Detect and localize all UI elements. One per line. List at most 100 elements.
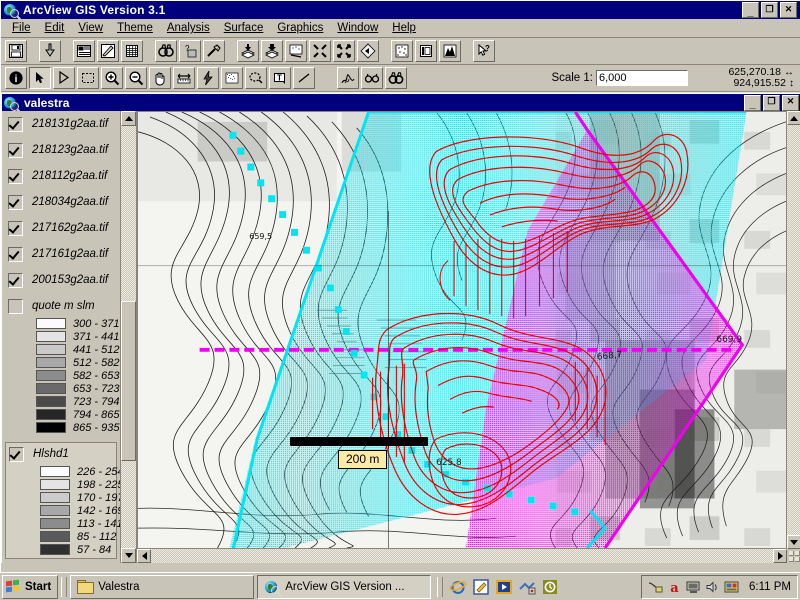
taskbar-item-valestra[interactable]: Valestra <box>70 574 255 599</box>
legend-label: 113 - 141 <box>77 517 120 530</box>
map-horizontal-scrollbar[interactable] <box>137 549 787 563</box>
display-monitor-icon[interactable] <box>686 579 701 594</box>
add-theme-button[interactable] <box>39 40 61 62</box>
menu-theme[interactable]: Theme <box>110 21 160 35</box>
internet-explorer-icon[interactable] <box>448 577 468 597</box>
layout-button[interactable] <box>415 40 437 62</box>
select-by-shape-tool[interactable] <box>245 67 267 89</box>
open-table-button[interactable] <box>121 40 143 62</box>
toc-layer-hlshd1[interactable]: Hlshd1 226 - 254 198 - 225 170 - 197 142… <box>5 442 120 559</box>
toc-layer-218131g2aa[interactable]: 218131g2aa.tif <box>2 111 120 137</box>
view-minimize-button[interactable]: _ <box>744 94 761 111</box>
hot-link-tool[interactable] <box>197 67 219 89</box>
vertex-edit-tool[interactable] <box>53 67 75 89</box>
maximize-button[interactable]: ❐ <box>761 2 778 18</box>
clock-app-icon[interactable] <box>540 577 560 597</box>
toc-layer-218123g2aa[interactable]: 218123g2aa.tif <box>2 137 120 163</box>
graphics-card-icon[interactable] <box>724 579 739 594</box>
menu-file[interactable]: File <box>5 21 38 35</box>
minimize-button[interactable]: _ <box>742 2 759 18</box>
select-area-tool[interactable] <box>77 67 99 89</box>
network-share-icon[interactable] <box>517 577 537 597</box>
pointer-tool[interactable] <box>29 67 51 89</box>
scroll-right-button[interactable] <box>773 549 787 563</box>
edit-legend-button[interactable] <box>97 40 119 62</box>
menu-view[interactable]: View <box>71 21 110 35</box>
toc-layer-218112g2aa[interactable]: 218112g2aa.tif <box>2 163 120 189</box>
layer-checkbox[interactable] <box>9 446 24 462</box>
theme-properties-button[interactable] <box>73 40 95 62</box>
select-feature-button[interactable] <box>391 40 413 62</box>
toc-vertical-scrollbar[interactable] <box>120 111 136 563</box>
menu-window[interactable]: Window <box>330 21 385 35</box>
connection-cable-icon[interactable] <box>648 579 663 594</box>
taskbar-item-arcview[interactable]: ArcView GIS Version ... <box>257 574 432 599</box>
zoom-previous-button[interactable] <box>357 40 379 62</box>
map-scroll-up-button[interactable] <box>787 111 800 125</box>
menu-surface[interactable]: Surface <box>217 21 271 35</box>
toc-layer-218034g2aa[interactable]: 218034g2aa.tif <box>2 189 120 215</box>
legend-class-row: 582 - 653 <box>2 369 120 382</box>
measure-tool[interactable] <box>173 67 195 89</box>
hlshd-layer-row[interactable]: Hlshd1 <box>6 443 116 465</box>
quote-layer-row[interactable]: quote m slm <box>2 295 120 317</box>
layer-checkbox[interactable] <box>8 220 23 236</box>
arrow-up-icon <box>790 115 798 121</box>
pan-tool[interactable] <box>149 67 171 89</box>
notepad-edit-icon[interactable] <box>471 577 491 597</box>
layer-checkbox[interactable] <box>8 194 23 210</box>
menu-edit[interactable]: Edit <box>38 21 72 35</box>
zoom-out-tool[interactable] <box>125 67 147 89</box>
locate-address-button[interactable]: ? <box>203 40 225 62</box>
layer-checkbox[interactable] <box>8 246 23 262</box>
line-of-sight-tool[interactable] <box>361 67 383 89</box>
media-player-icon[interactable] <box>494 577 514 597</box>
menu-analysis[interactable]: Analysis <box>160 21 217 35</box>
zoom-in-fixed-button[interactable] <box>309 40 331 62</box>
resize-grip[interactable] <box>787 549 800 563</box>
view-close-button[interactable]: ✕ <box>782 94 799 111</box>
area-of-interest-tool[interactable] <box>221 67 243 89</box>
text-tool[interactable]: T <box>269 67 291 89</box>
layer-checkbox[interactable] <box>8 116 23 132</box>
zoom-out-fixed-button[interactable] <box>333 40 355 62</box>
layer-checkbox[interactable] <box>8 168 23 184</box>
find-button[interactable] <box>155 40 177 62</box>
scroll-left-button[interactable] <box>137 549 151 563</box>
scale-input[interactable]: 6,000 <box>596 70 688 86</box>
toc-layer-quote-m-slm[interactable]: quote m slm 300 - 371 371 - 441 441 - 51… <box>2 295 120 434</box>
scroll-up-button[interactable] <box>121 111 136 126</box>
histogram-button[interactable] <box>439 40 461 62</box>
query-builder-button[interactable]: ? <box>179 40 201 62</box>
menu-file-label: File <box>12 22 31 34</box>
map-display-area[interactable]: 668,7 669,9 625,8 659,5 200 m <box>137 111 787 549</box>
zoom-in-tool[interactable] <box>101 67 123 89</box>
scroll-down-button[interactable] <box>121 548 136 563</box>
layer-checkbox[interactable] <box>8 298 23 314</box>
identify-tool[interactable]: i <box>5 67 27 89</box>
save-project-button[interactable] <box>5 40 27 62</box>
close-button[interactable]: ✕ <box>780 2 797 18</box>
find-feature-tool[interactable] <box>385 67 407 89</box>
toc-layer-200153g2aa[interactable]: 200153g2aa.tif <box>2 267 120 293</box>
layer-checkbox[interactable] <box>8 272 23 288</box>
acrobat-a-icon[interactable]: a <box>667 579 682 594</box>
help-pointer-button[interactable]: ? <box>473 40 495 62</box>
profile-tool[interactable] <box>337 67 359 89</box>
volume-speaker-icon[interactable] <box>705 579 720 594</box>
toc-layer-217161g2aa[interactable]: 217161g2aa.tif <box>2 241 120 267</box>
clear-selection-button[interactable] <box>285 40 307 62</box>
zoom-to-themes-button[interactable] <box>237 40 259 62</box>
draw-line-tool[interactable] <box>293 67 315 89</box>
map-scroll-down-button[interactable] <box>787 535 800 549</box>
menu-graphics[interactable]: Graphics <box>270 21 330 35</box>
legend-swatch <box>40 466 70 477</box>
start-button[interactable]: Start <box>2 574 59 599</box>
layer-checkbox[interactable] <box>8 142 23 158</box>
toc-layer-217162g2aa[interactable]: 217162g2aa.tif <box>2 215 120 241</box>
scroll-thumb[interactable] <box>121 301 136 461</box>
zoom-to-selected-button[interactable] <box>261 40 283 62</box>
menu-help[interactable]: Help <box>385 21 423 35</box>
map-vertical-scrollbar[interactable] <box>787 111 800 549</box>
view-restore-button[interactable]: ❐ <box>763 94 780 111</box>
